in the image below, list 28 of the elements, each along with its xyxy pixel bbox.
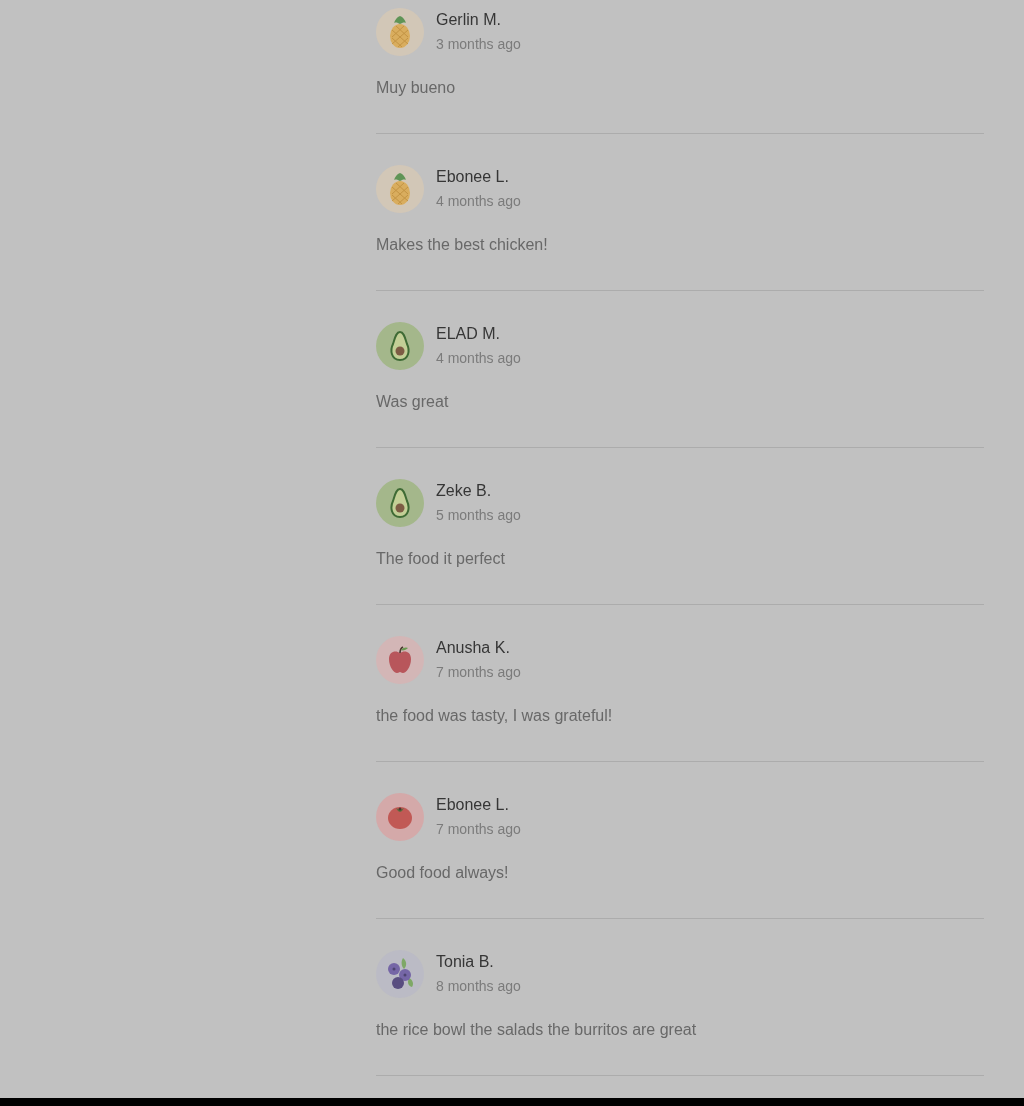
review-time: 7 months ago [436, 820, 521, 838]
tomato-icon [376, 793, 424, 841]
blueberries-icon [376, 950, 424, 998]
review-text: Was great [376, 393, 449, 410]
reviewer-name: Anusha K. [436, 638, 510, 658]
review-text: Muy bueno [376, 79, 456, 96]
reviewer-name: Gerlin M. [436, 10, 501, 30]
avocado-icon [376, 479, 424, 527]
reviewer-name: ELAD M. [436, 324, 500, 344]
reviewer-name: Zeke B. [436, 481, 492, 501]
reviewer-name: Tonia B. [436, 952, 494, 972]
review-time: 3 months ago [436, 35, 521, 53]
review-text: Good food always! [376, 864, 509, 881]
reviewer-name: Ebonee L. [436, 167, 509, 187]
review-text: the food was tasty, I was grateful! [376, 707, 613, 724]
reviewer-name: Ebonee L. [436, 795, 509, 815]
avocado-icon [376, 322, 424, 370]
review-time: 4 months ago [436, 192, 521, 210]
review-text: The food it perfect [376, 550, 505, 567]
review-text: the rice bowl the salads the burritos are great [376, 1021, 697, 1038]
pineapple-icon [376, 8, 424, 56]
review-time: 4 months ago [436, 349, 521, 367]
apple-icon [376, 636, 424, 684]
review-time: 5 months ago [436, 506, 521, 524]
review-text: Makes the best chicken! [376, 236, 548, 253]
review-time: 7 months ago [436, 663, 521, 681]
review-time: 8 months ago [436, 977, 521, 995]
pineapple-icon [376, 165, 424, 213]
